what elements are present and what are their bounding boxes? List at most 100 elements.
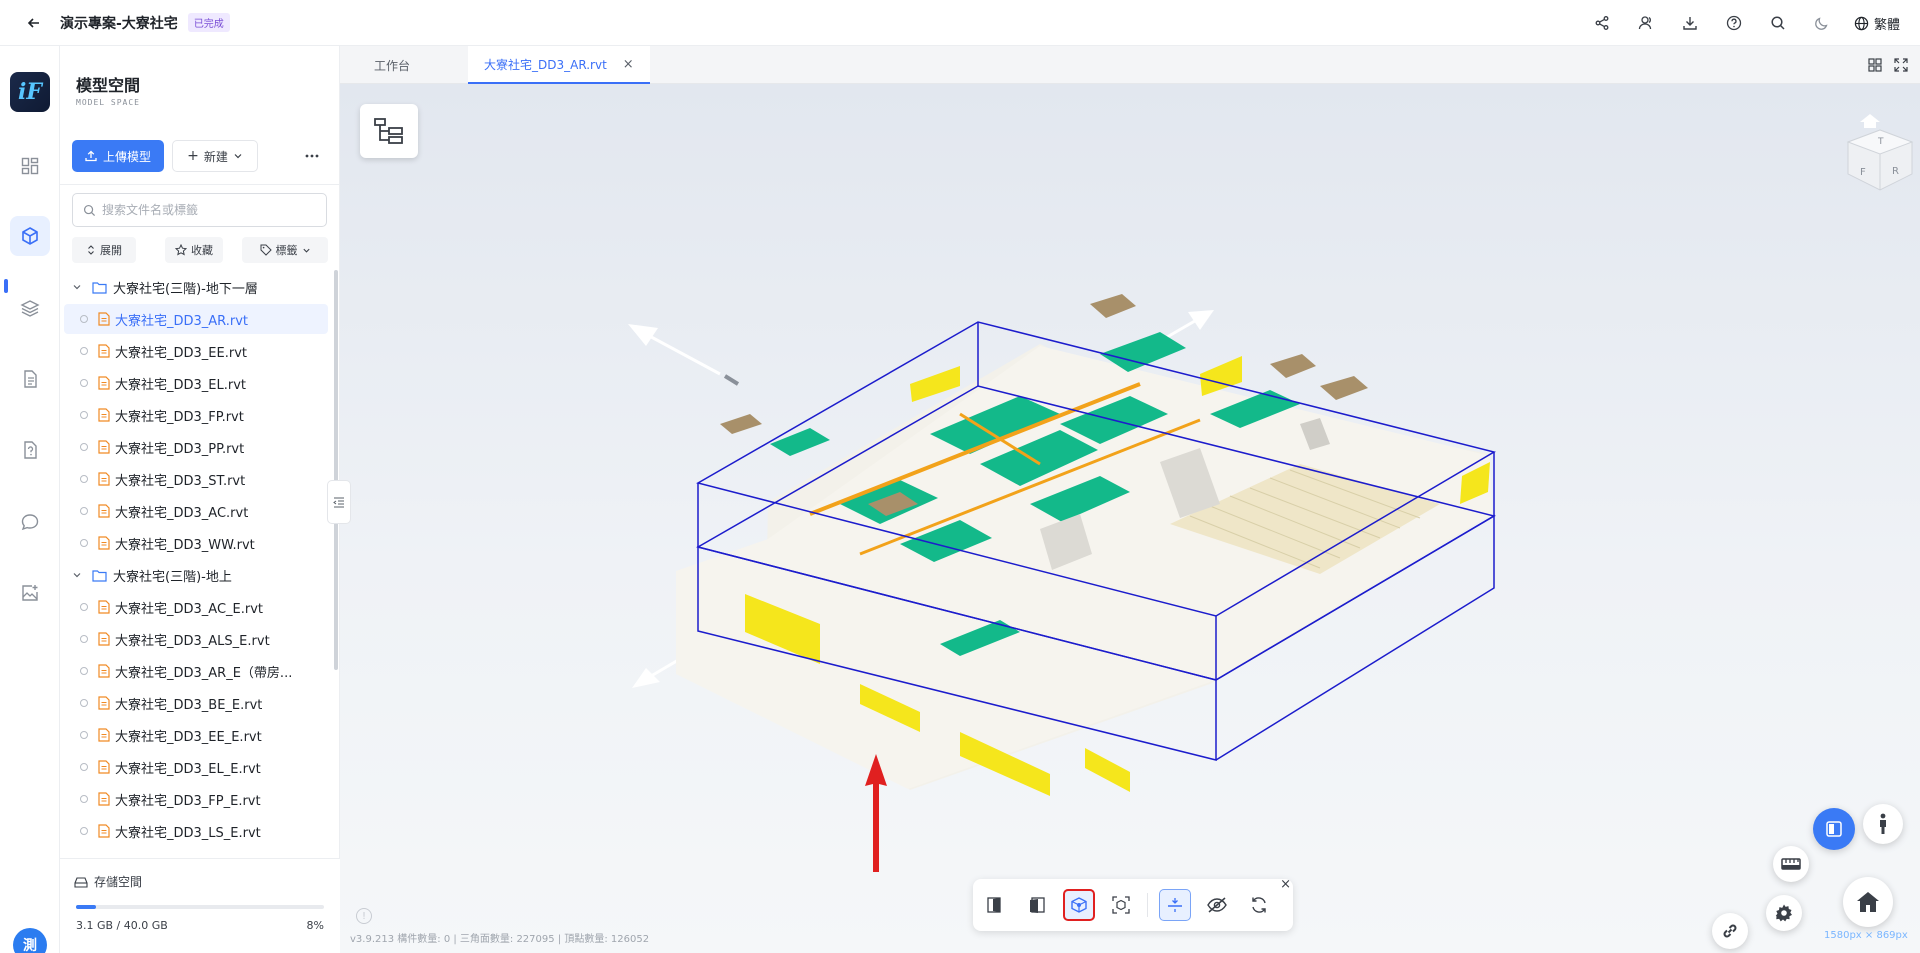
folder-above-ground[interactable]: 大寮社宅(三階)-地上 (60, 560, 330, 590)
back-button[interactable] (24, 13, 44, 33)
rail-layers[interactable] (10, 288, 50, 328)
search-icon (1771, 16, 1785, 30)
language-switch[interactable]: 繁體 (1844, 14, 1900, 33)
tree-scrollbar[interactable] (334, 270, 338, 670)
view-cube[interactable]: T F R (1824, 100, 1914, 210)
expand-icon (88, 245, 94, 255)
tab-workbench[interactable]: 工作台 (340, 46, 444, 84)
tag-icon (260, 244, 272, 256)
expand-filter-button[interactable]: 展開 (72, 237, 136, 263)
file-name: 大寮社宅_DD3_AR_E（帶房... (115, 665, 293, 681)
rail-model-space[interactable] (10, 216, 50, 256)
chevron-down-icon (72, 282, 84, 292)
section-box-button[interactable] (979, 889, 1011, 921)
file-search-box (72, 193, 327, 227)
model-viewport[interactable]: T F R × ! v3.9.213 構件數量: 0 | 三角面數量: 2270… (340, 84, 1920, 953)
home-icon (1857, 892, 1879, 912)
more-horizontal-icon (305, 154, 319, 158)
tags-filter-button[interactable]: 標籤 (242, 237, 328, 263)
file-item[interactable]: 大寮社宅_DD3_PP.rvt (64, 432, 328, 462)
close-icon[interactable]: × (623, 57, 634, 72)
file-item[interactable]: 大寮社宅_DD3_EE_E.rvt (64, 720, 328, 750)
file-item[interactable]: 大寮社宅_DD3_AC_E.rvt (64, 592, 328, 622)
focus-cube-icon (1112, 896, 1130, 914)
annotation-arrow (865, 754, 887, 872)
avatar[interactable]: 測 (13, 928, 47, 953)
door-open-icon (987, 897, 1001, 913)
file-icon (98, 440, 110, 454)
home-button[interactable] (1843, 877, 1893, 927)
members-button[interactable] (1624, 0, 1668, 46)
storage-percent: 8% (306, 919, 324, 932)
collapse-panel-handle[interactable] (327, 480, 351, 524)
rail-images[interactable] (10, 573, 50, 613)
file-item[interactable]: 大寮社宅_DD3_ST.rvt (64, 464, 328, 494)
home-view-icon[interactable] (1860, 114, 1880, 128)
download-button[interactable] (1668, 0, 1712, 46)
file-item[interactable]: 大寮社宅_DD3_BE_E.rvt (64, 688, 328, 718)
folder-icon (92, 281, 107, 294)
file-item[interactable]: 大寮社宅_DD3_AR.rvt (64, 304, 328, 334)
reset-button[interactable] (1243, 889, 1275, 921)
file-item[interactable]: 大寮社宅_DD3_EL_E.rvt (64, 752, 328, 782)
section-plane-button[interactable] (1021, 889, 1053, 921)
cube-icon (22, 227, 38, 245)
folder-icon (92, 569, 107, 582)
rail-dashboard[interactable] (10, 146, 50, 186)
favorite-filter-button[interactable]: 收藏 (165, 237, 223, 263)
expand-filter-label: 展開 (100, 244, 122, 257)
upload-model-label: 上傳模型 (102, 149, 151, 164)
plus-icon: + (187, 148, 199, 164)
upload-model-button[interactable]: 上傳模型 (72, 140, 164, 172)
file-item[interactable]: 大寮社宅_DD3_FP.rvt (64, 400, 328, 430)
file-icon (98, 696, 110, 710)
hide-button[interactable] (1201, 889, 1233, 921)
file-item[interactable]: 大寮社宅_DD3_LS_E.rvt (64, 816, 328, 846)
settings-button[interactable] (1766, 895, 1802, 931)
storage-label-row: 存儲空間 (74, 873, 142, 890)
split-view-icon[interactable] (1868, 58, 1882, 72)
chevron-down-icon (302, 248, 310, 253)
upload-icon (85, 150, 97, 162)
compare-view-button[interactable] (1813, 808, 1855, 850)
rail-documents[interactable] (10, 359, 50, 399)
share-button[interactable] (1580, 0, 1624, 46)
file-item[interactable]: 大寮社宅_DD3_WW.rvt (64, 528, 328, 558)
dark-mode-button[interactable] (1800, 0, 1844, 46)
file-item[interactable]: 大寮社宅_DD3_EE.rvt (64, 336, 328, 366)
folder-basement[interactable]: 大寮社宅(三階)-地下一層 (60, 272, 330, 302)
section-plane-icon (1030, 897, 1045, 913)
tab-model-ar[interactable]: 大寮社宅_DD3_AR.rvt × (468, 46, 650, 84)
link-button[interactable] (1712, 913, 1748, 949)
chevron-down-icon (72, 570, 84, 580)
file-item[interactable]: 大寮社宅_DD3_AR_E（帶房... (64, 656, 328, 686)
status-dot (80, 475, 88, 483)
star-icon (175, 244, 187, 256)
file-item[interactable]: 大寮社宅_DD3_ALS_E.rvt (64, 624, 328, 654)
folder-name: 大寮社宅(三階)-地上 (113, 569, 232, 585)
more-options-button[interactable] (296, 140, 328, 172)
bounding-box-button[interactable] (1063, 889, 1095, 921)
search-button[interactable] (1756, 0, 1800, 46)
status-dot (80, 731, 88, 739)
file-item[interactable]: 大寮社宅_DD3_AC.rvt (64, 496, 328, 526)
info-icon[interactable]: ! (356, 908, 372, 924)
status-dot (80, 411, 88, 419)
walk-mode-button[interactable] (1863, 804, 1903, 844)
file-item[interactable]: 大寮社宅_DD3_FP_E.rvt (64, 784, 328, 814)
focus-button[interactable] (1105, 889, 1137, 921)
file-item[interactable]: 大寮社宅_DD3_EL.rvt (64, 368, 328, 398)
close-icon[interactable]: × (1280, 877, 1291, 892)
rail-issues[interactable] (10, 430, 50, 470)
clip-button[interactable] (1159, 889, 1191, 921)
fullscreen-icon[interactable] (1894, 58, 1908, 72)
measure-button[interactable] (1773, 846, 1809, 882)
new-button[interactable]: + 新建 (172, 140, 258, 172)
storage-section: 存儲空間 3.1 GB / 40.0 GB 8% (60, 858, 340, 953)
file-search-input[interactable] (102, 203, 302, 217)
help-button[interactable] (1712, 0, 1756, 46)
box-select-icon (1071, 897, 1087, 913)
tags-filter-label: 標籤 (275, 244, 298, 257)
left-rail: iF 測 (0, 46, 60, 953)
rail-comments[interactable] (10, 502, 50, 542)
